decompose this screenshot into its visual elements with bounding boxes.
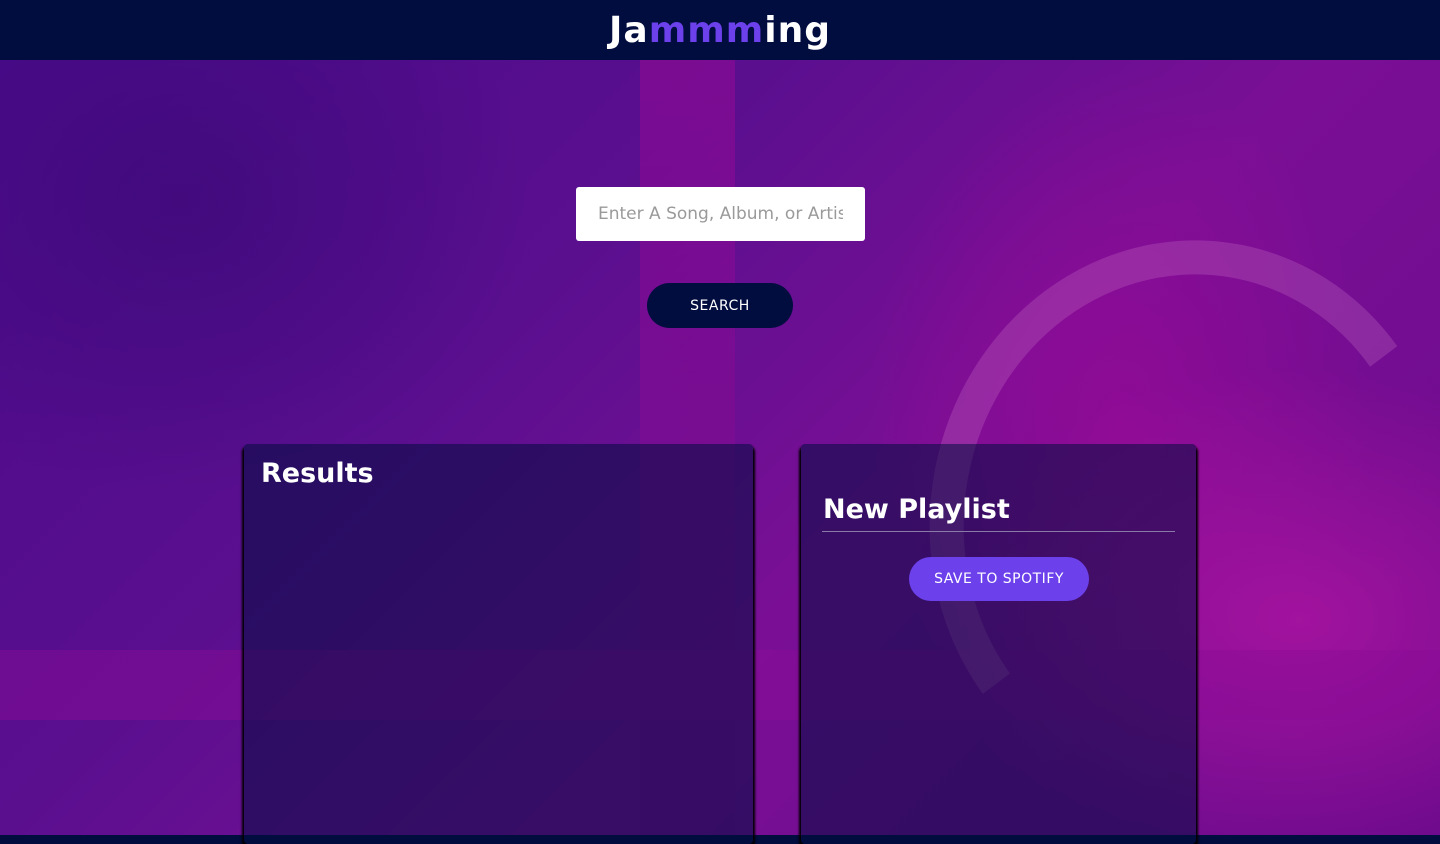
logo-text-end: ing: [764, 9, 831, 51]
search-bar: [576, 187, 865, 241]
playlist-panel: SAVE TO SPOTIFY: [801, 444, 1196, 844]
save-to-spotify-button[interactable]: SAVE TO SPOTIFY: [909, 557, 1089, 601]
app-header: Jammming: [0, 0, 1440, 60]
logo-text-start: Ja: [609, 9, 649, 51]
app-logo: Jammming: [609, 10, 831, 51]
logo-text-highlight: mmm: [648, 9, 765, 51]
playlist-name-input[interactable]: [822, 488, 1175, 532]
search-button[interactable]: SEARCH: [647, 283, 793, 328]
search-results-panel: Results: [244, 444, 753, 844]
results-title: Results: [261, 458, 374, 489]
search-input[interactable]: [576, 187, 865, 241]
